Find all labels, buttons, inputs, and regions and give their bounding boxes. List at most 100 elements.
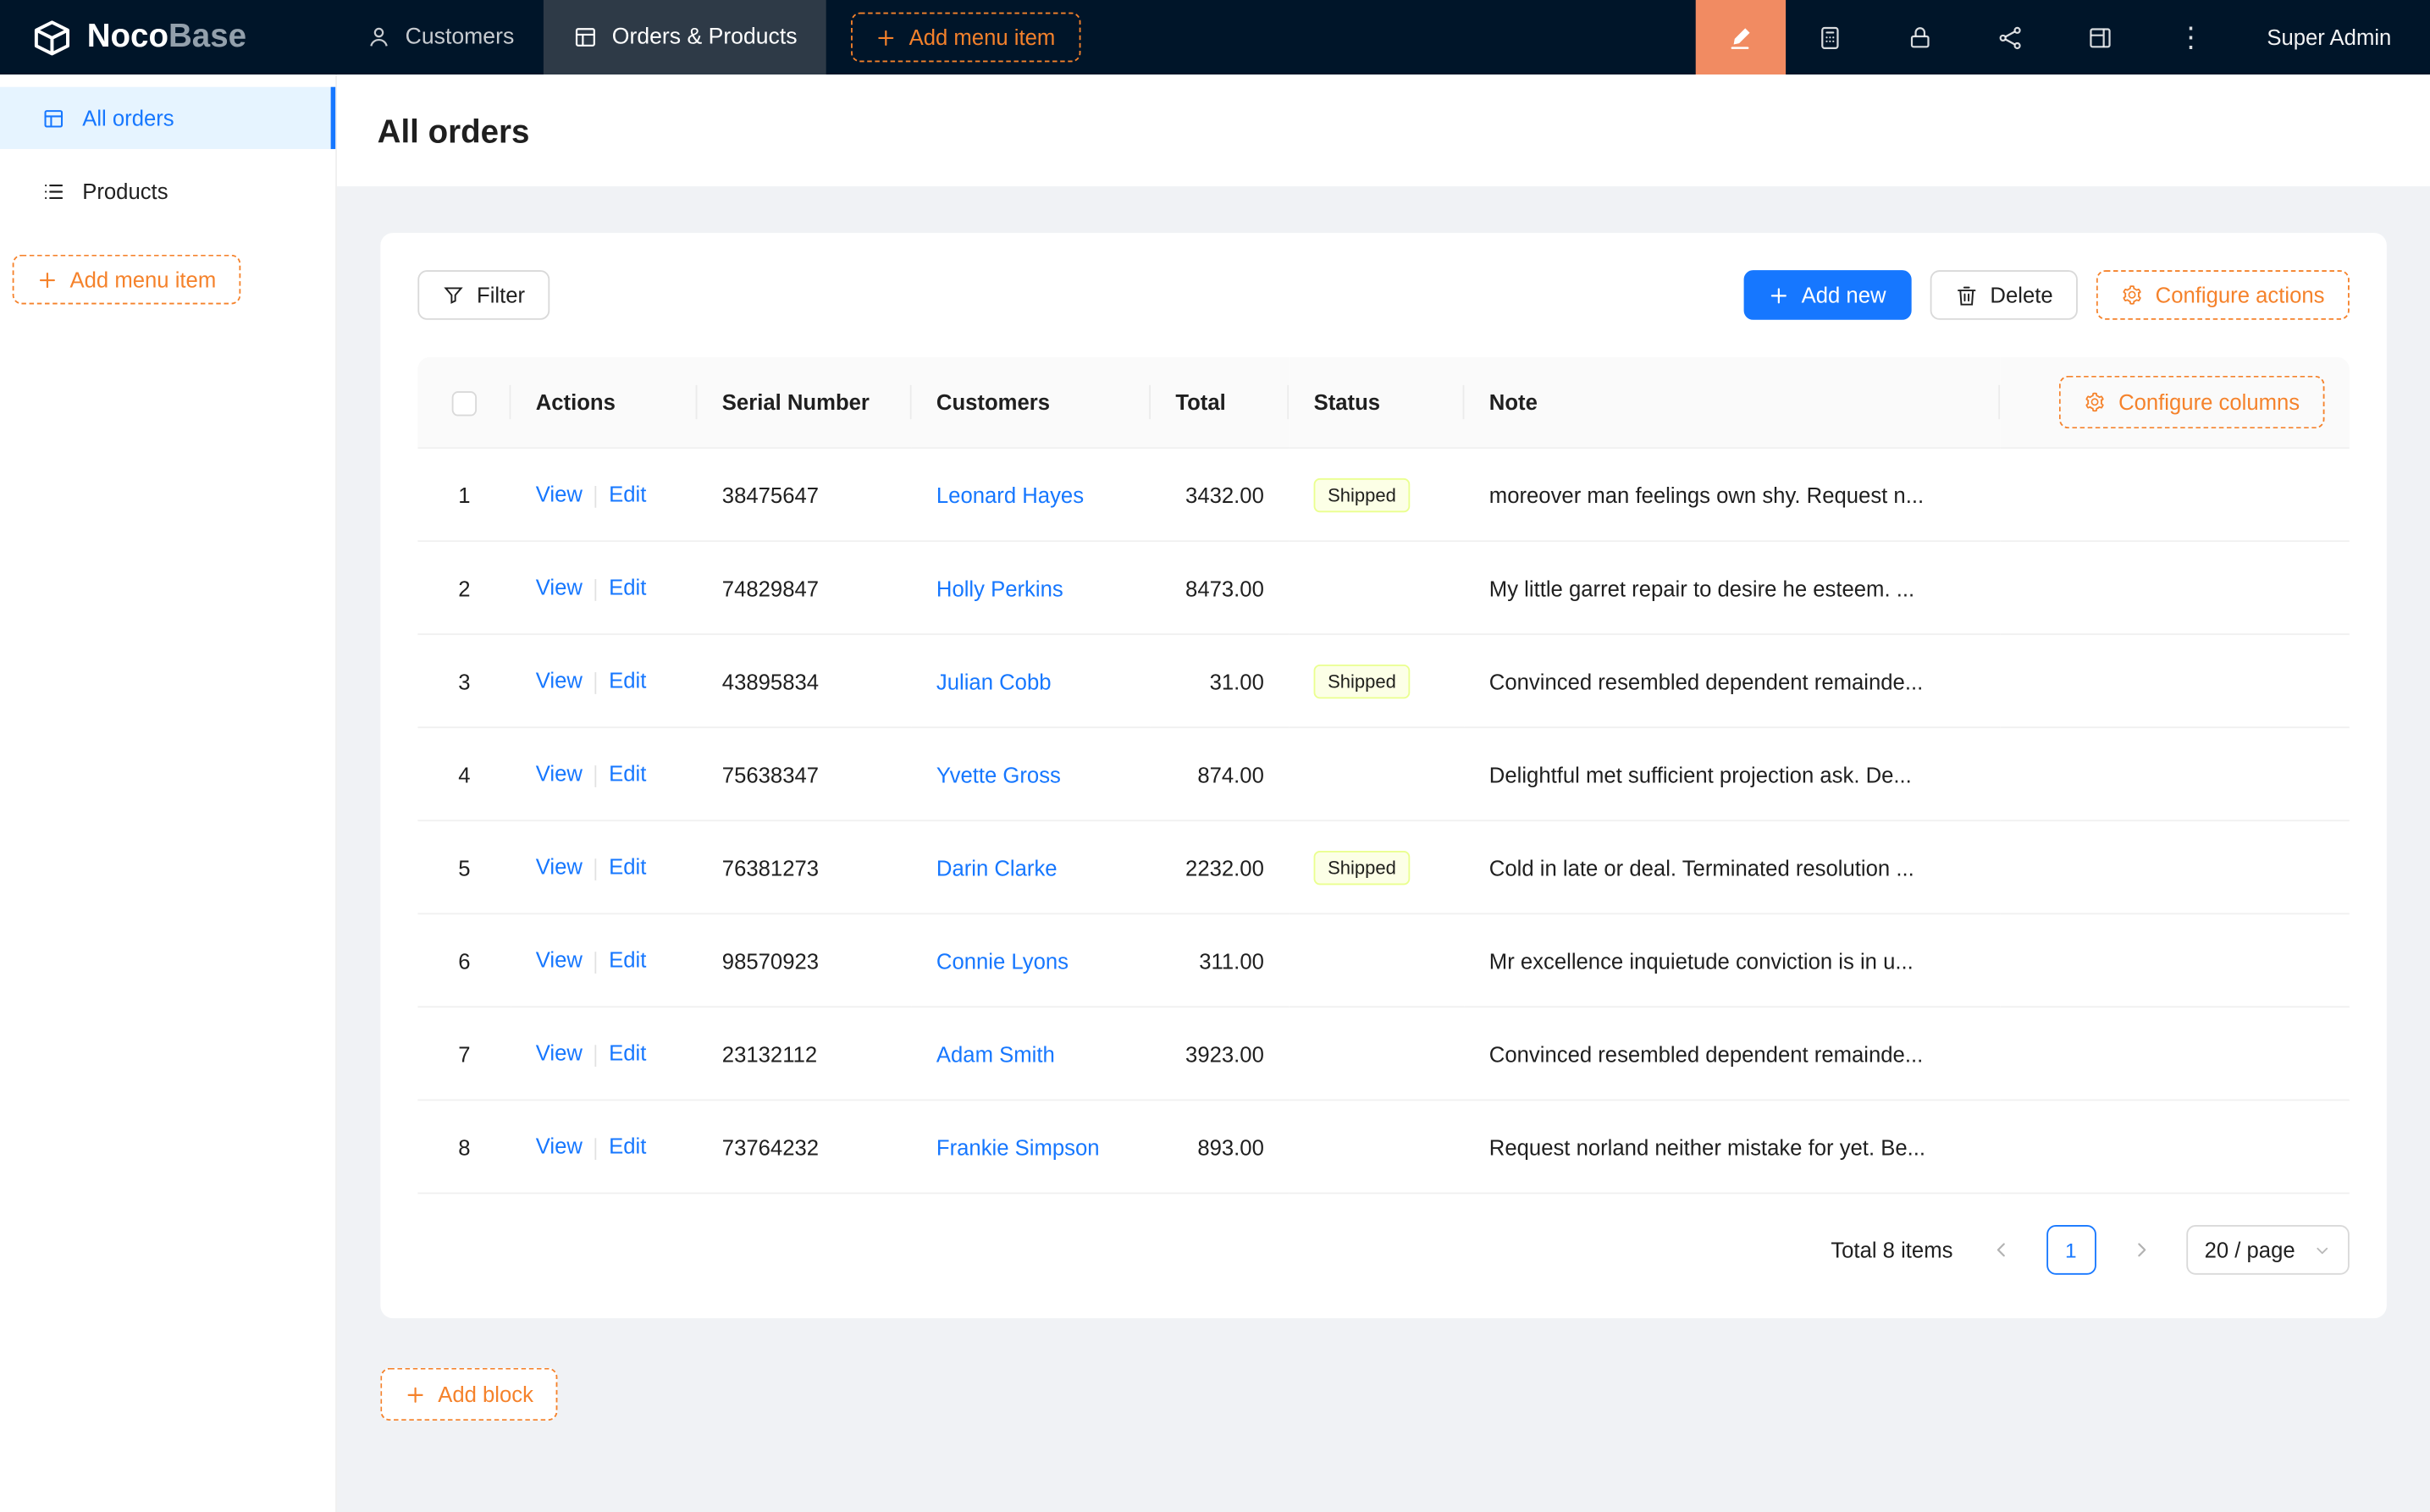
row-index: 5 (417, 820, 511, 913)
add-block-button[interactable]: Add block (380, 1368, 558, 1421)
column-header-serial-number: Serial Number (697, 357, 911, 448)
customer-link[interactable]: Connie Lyons (936, 948, 1069, 973)
filter-label: Filter (477, 283, 525, 307)
actions-cell: View Edit (511, 820, 697, 913)
actions-cell: View Edit (511, 448, 697, 541)
status-tag: Shipped (1314, 477, 1411, 511)
trash-icon (1954, 284, 1978, 307)
mobile-icon[interactable] (1786, 0, 1875, 74)
edit-link[interactable]: Edit (609, 947, 646, 972)
nocobase-logo: NocoBase (0, 18, 337, 57)
edit-link[interactable]: Edit (609, 1134, 646, 1158)
view-link[interactable]: View (536, 575, 583, 599)
view-link[interactable]: View (536, 854, 583, 879)
select-all-checkbox[interactable] (452, 391, 477, 416)
table-row: 1 ViewEdit 38475647 Leonard Hayes 3432.0… (417, 448, 2349, 541)
view-link[interactable]: View (536, 761, 583, 786)
customer-link[interactable]: Holly Perkins (936, 575, 1063, 599)
navbar-actions: ⋮ Super Admin (1695, 0, 2430, 74)
total-cell: 311.00 (1151, 913, 1289, 1007)
page-title: All orders (378, 115, 2390, 152)
orders-table-block: Filter Add new Delete (380, 233, 2387, 1318)
ui-editor-icon[interactable] (1695, 0, 1785, 74)
layout-icon[interactable] (2056, 0, 2146, 74)
actions-cell: View Edit (511, 913, 697, 1007)
customer-link[interactable]: Adam Smith (936, 1041, 1055, 1066)
nav-item-label: Orders & Products (612, 25, 798, 49)
note-cell: Convinced resembled dependent remainde..… (1464, 634, 2000, 727)
nav-item-orders-products[interactable]: Orders & Products (544, 0, 826, 74)
total-cell: 2232.00 (1151, 820, 1289, 913)
add-menu-item-button-top[interactable]: Add menu item (852, 13, 1080, 63)
divider (595, 671, 597, 693)
more-icon[interactable]: ⋮ (2146, 0, 2235, 74)
top-menu: Customers Orders & Products (337, 0, 826, 74)
configure-columns-button[interactable]: Configure columns (2059, 376, 2324, 428)
next-page-button[interactable] (2116, 1225, 2166, 1275)
edit-link[interactable]: Edit (609, 1040, 646, 1065)
configure-actions-button[interactable]: Configure actions (2096, 270, 2350, 320)
add-new-button[interactable]: Add new (1744, 270, 1911, 320)
table-row: 4 ViewEdit 75638347 Yvette Gross 874.00 … (417, 727, 2349, 820)
column-header-customers: Customers (912, 357, 1151, 448)
chevron-down-icon (2314, 1241, 2331, 1258)
sidebar-item-all-orders[interactable]: All orders (0, 87, 335, 149)
view-link[interactable]: View (536, 1040, 583, 1065)
lock-icon[interactable] (1875, 0, 1965, 74)
view-link[interactable]: View (536, 1134, 583, 1158)
customer-link[interactable]: Julian Cobb (936, 669, 1052, 693)
page-header: All orders (337, 74, 2430, 186)
nav-item-customers[interactable]: Customers (337, 0, 544, 74)
plus-icon (37, 269, 58, 290)
customer-cell: Leonard Hayes (912, 448, 1151, 541)
sidebar-item-products[interactable]: Products (0, 160, 335, 222)
page-size-select[interactable]: 20 / page (2186, 1225, 2350, 1275)
pagination-total: Total 8 items (1831, 1238, 1952, 1262)
divider (595, 1045, 597, 1067)
customer-link[interactable]: Frankie Simpson (936, 1134, 1100, 1159)
share-icon[interactable] (1966, 0, 2056, 74)
view-link[interactable]: View (536, 947, 583, 972)
delete-button[interactable]: Delete (1930, 270, 2078, 320)
logo-text: NocoBase (87, 19, 246, 56)
status-cell (1289, 1007, 1464, 1100)
view-link[interactable]: View (536, 482, 583, 506)
edit-link[interactable]: Edit (609, 854, 646, 879)
customer-cell: Connie Lyons (912, 913, 1151, 1007)
chevron-right-icon (2131, 1240, 2150, 1259)
previous-page-button[interactable] (1976, 1225, 2026, 1275)
status-cell: Shipped (1289, 448, 1464, 541)
edit-link[interactable]: Edit (609, 668, 646, 693)
add-block-label: Add block (438, 1382, 533, 1406)
edit-link[interactable]: Edit (609, 482, 646, 506)
plus-icon (876, 27, 897, 47)
status-tag: Shipped (1314, 850, 1411, 884)
status-cell: Shipped (1289, 634, 1464, 727)
status-cell: Shipped (1289, 820, 1464, 913)
gear-icon (2085, 391, 2107, 413)
serial-number-cell: 23132112 (697, 1007, 911, 1100)
pagination: Total 8 items 1 20 / page (417, 1225, 2349, 1281)
serial-number-cell: 98570923 (697, 913, 911, 1007)
customer-link[interactable]: Yvette Gross (936, 762, 1061, 786)
filter-button[interactable]: Filter (417, 270, 550, 320)
customer-link[interactable]: Darin Clarke (936, 855, 1058, 880)
divider (595, 578, 597, 600)
table-header-row: Actions Serial Number Customers Total St… (417, 357, 2349, 448)
page-number-button[interactable]: 1 (2046, 1225, 2096, 1275)
row-index: 2 (417, 541, 511, 634)
total-cell: 31.00 (1151, 634, 1289, 727)
serial-number-cell: 43895834 (697, 634, 911, 727)
view-link[interactable]: View (536, 668, 583, 693)
status-tag: Shipped (1314, 664, 1411, 698)
divider (595, 485, 597, 507)
empty-cell (2000, 1007, 2350, 1100)
edit-link[interactable]: Edit (609, 575, 646, 599)
status-cell (1289, 541, 1464, 634)
edit-link[interactable]: Edit (609, 761, 646, 786)
chevron-left-icon (1991, 1240, 2010, 1259)
customer-link[interactable]: Leonard Hayes (936, 482, 1084, 506)
customer-cell: Frankie Simpson (912, 1100, 1151, 1193)
add-menu-item-button-side[interactable]: Add menu item (13, 255, 241, 305)
user-menu[interactable]: Super Admin (2236, 25, 2430, 49)
